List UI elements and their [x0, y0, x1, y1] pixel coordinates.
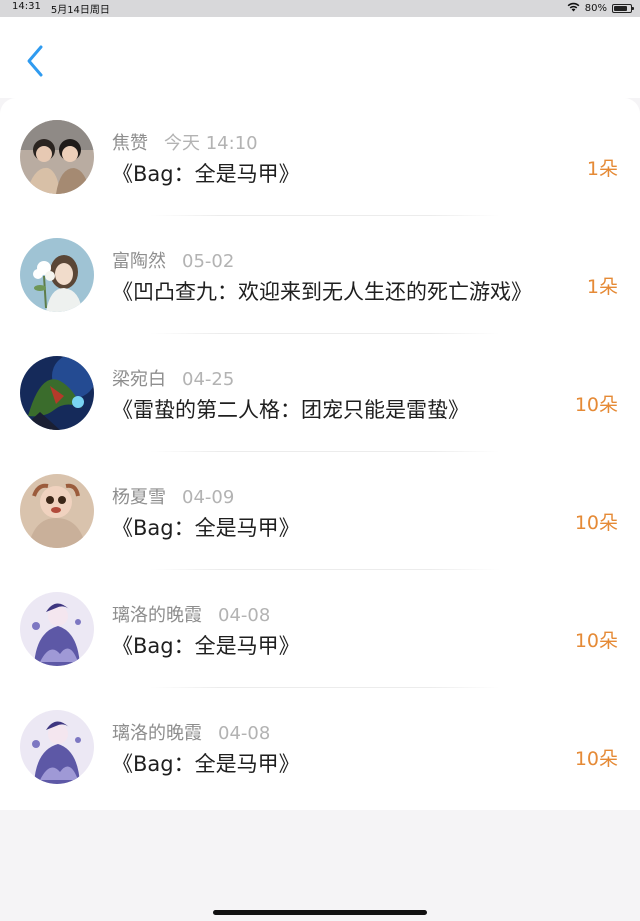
status-date: 5月14日周日	[50, 5, 110, 16]
book-title: 《Bag：全是马甲》	[112, 516, 300, 540]
reviewer-meta: 焦赞 今天 14:10	[112, 129, 258, 155]
list-item[interactable]: 梁宛白 04-25 《雷蛰的第二人格：团宠只能是雷蛰》 10朵	[0, 334, 640, 452]
chevron-left-icon	[25, 44, 45, 82]
avatar	[20, 592, 94, 666]
list-item[interactable]: 焦赞 今天 14:10 《Bag：全是马甲》 1朵	[0, 98, 640, 216]
status-time: 14:31	[12, 1, 41, 12]
list-item[interactable]: 富陶然 05-02 《凹凸查九：欢迎来到无人生还的死亡游戏》 1朵	[0, 216, 640, 334]
book-title: 《Bag：全是马甲》	[112, 162, 300, 186]
reviewer-name: 梁宛白	[112, 369, 166, 390]
flower-count: 10朵	[574, 630, 618, 652]
reviewer-name: 璃洛的晚霞	[112, 723, 202, 744]
reviewer-name: 璃洛的晚霞	[112, 605, 202, 626]
flower-count: 1朵	[586, 158, 618, 180]
flower-count: 10朵	[574, 512, 618, 534]
reward-time: 04-08	[218, 723, 271, 744]
book-title: 《雷蛰的第二人格：团宠只能是雷蛰》	[112, 398, 469, 422]
reward-list: 焦赞 今天 14:10 《Bag：全是马甲》 1朵 富陶然 05-02 《凹凸查九：…	[0, 98, 640, 810]
reviewer-meta: 杨夏雪 04-09	[112, 483, 234, 509]
reward-time: 05-02	[182, 251, 235, 272]
nav-bar	[0, 17, 640, 98]
reviewer-name: 焦赞	[112, 133, 148, 154]
reviewer-meta: 富陶然 05-02	[112, 247, 234, 273]
reward-time: 04-09	[182, 487, 235, 508]
flower-count: 1朵	[586, 276, 618, 298]
book-title: 《Bag：全是马甲》	[112, 752, 300, 776]
avatar	[20, 474, 94, 548]
back-button[interactable]	[18, 43, 52, 83]
reward-time: 04-08	[218, 605, 271, 626]
battery-level	[614, 6, 627, 11]
avatar	[20, 356, 94, 430]
reward-time: 今天 14:10	[164, 133, 258, 154]
reviewer-meta: 璃洛的晚霞 04-08	[112, 719, 270, 745]
reviewer-name: 杨夏雪	[112, 487, 166, 508]
battery-icon	[612, 4, 634, 13]
flower-count: 10朵	[574, 394, 618, 416]
avatar	[20, 238, 94, 312]
book-title: 《Bag：全是马甲》	[112, 634, 300, 658]
list-item[interactable]: 璃洛的晚霞 04-08 《Bag：全是马甲》 10朵	[0, 688, 640, 806]
reviewer-name: 富陶然	[112, 251, 166, 272]
reward-time: 04-25	[182, 369, 235, 390]
home-indicator[interactable]	[213, 910, 427, 915]
avatar	[20, 710, 94, 784]
reviewer-meta: 梁宛白 04-25	[112, 365, 234, 391]
list-item[interactable]: 璃洛的晚霞 04-08 《Bag：全是马甲》 10朵	[0, 570, 640, 688]
book-title: 《凹凸查九：欢迎来到无人生还的死亡游戏》	[112, 280, 532, 304]
reviewer-meta: 璃洛的晚霞 04-08	[112, 601, 270, 627]
status-bar: 14:31 5月14日周日 80%	[0, 0, 640, 17]
flower-count: 10朵	[574, 748, 618, 770]
battery-percent: 80%	[584, 3, 607, 14]
avatar	[20, 120, 94, 194]
list-item[interactable]: 杨夏雪 04-09 《Bag：全是马甲》 10朵	[0, 452, 640, 570]
wifi-icon	[567, 2, 580, 15]
